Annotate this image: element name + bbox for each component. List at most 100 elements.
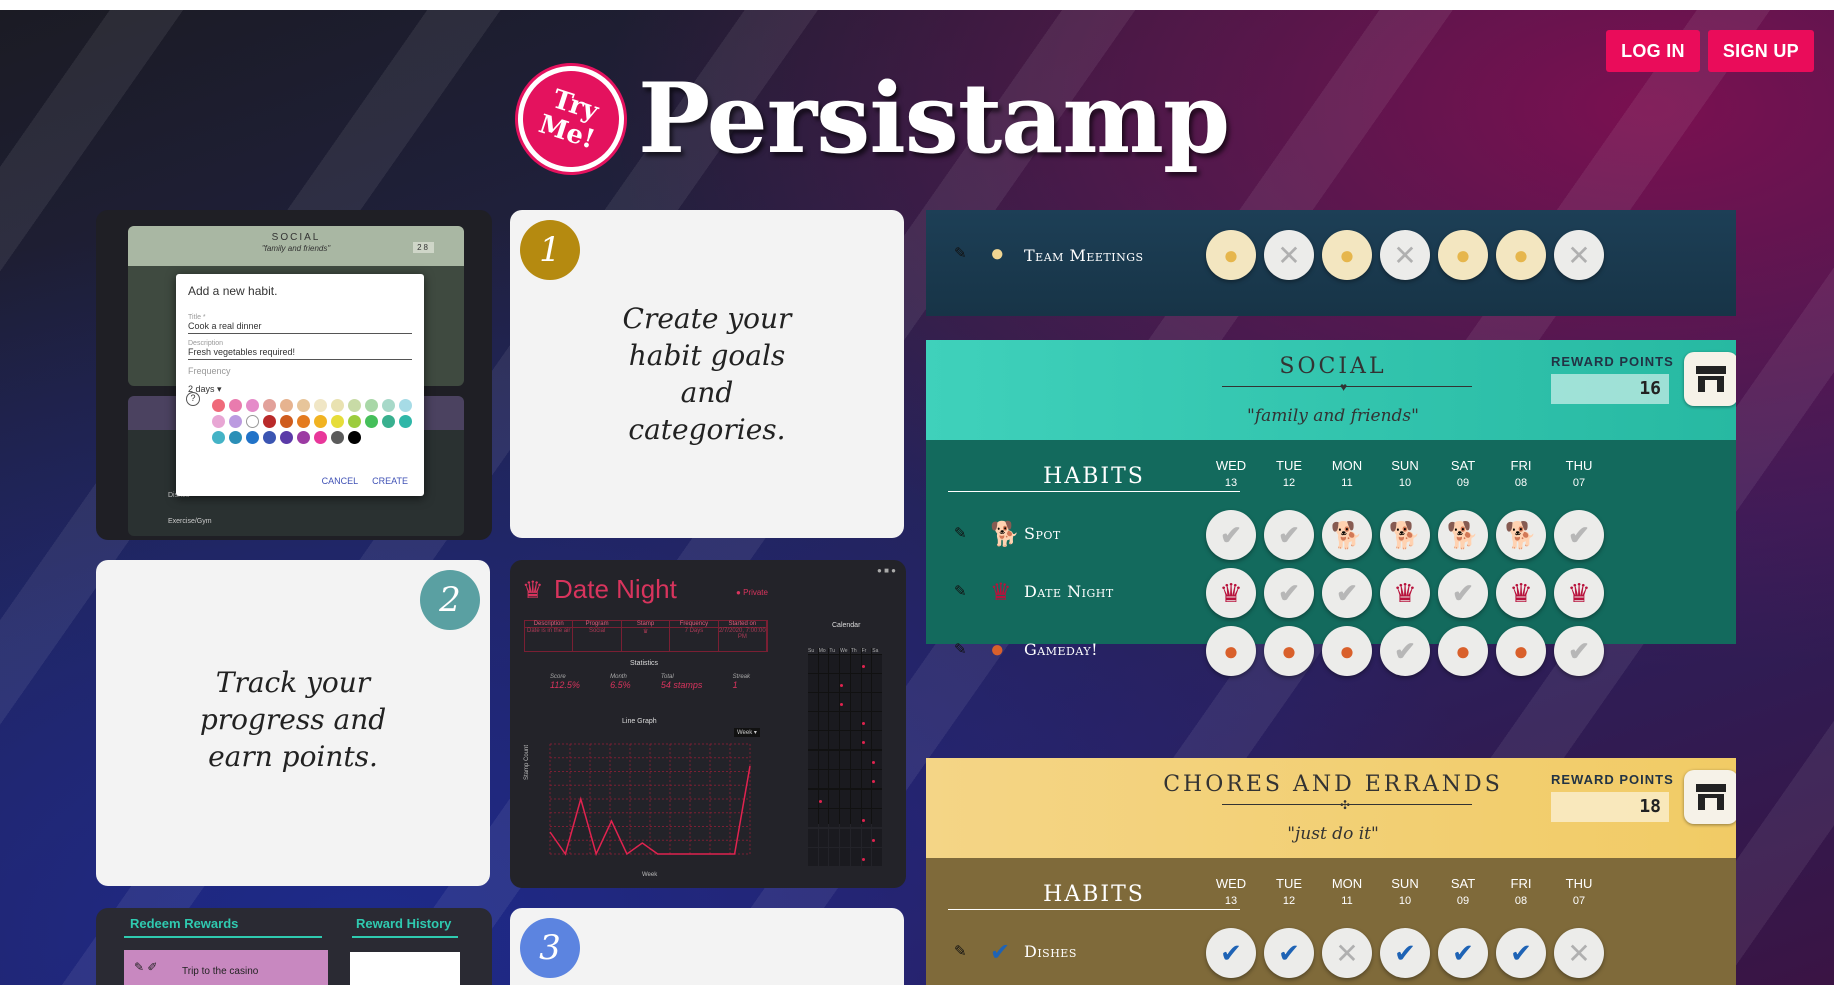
stamp-filled[interactable]: ♛ [1554, 568, 1604, 618]
habit-name[interactable]: Date Night [1024, 582, 1114, 601]
frequency-select[interactable]: 2 days ▾ [188, 384, 412, 395]
dialog-cancel-button[interactable]: CANCEL [322, 476, 359, 486]
color-swatch[interactable] [263, 431, 276, 444]
login-button[interactable]: LOG IN [1606, 30, 1700, 72]
try-me-badge[interactable]: Try Me! [504, 51, 638, 186]
stamp-filled[interactable]: ✔ [1206, 928, 1256, 978]
dialog-create-button[interactable]: CREATE [372, 476, 408, 486]
stamp-empty-check[interactable]: ✔ [1206, 510, 1256, 560]
stamp-empty-check[interactable]: ✔ [1264, 568, 1314, 618]
stamp-missed[interactable]: ✕ [1322, 928, 1372, 978]
habit-name[interactable]: Dishes [1024, 942, 1077, 961]
color-swatch[interactable] [399, 415, 412, 428]
stamp-filled[interactable]: ♛ [1496, 568, 1546, 618]
color-swatch[interactable] [246, 431, 259, 444]
stamp-filled[interactable]: ● [1322, 230, 1372, 280]
stamp-missed[interactable]: ✕ [1554, 928, 1604, 978]
color-swatch[interactable] [212, 431, 225, 444]
stamp-filled[interactable]: ● [1496, 626, 1546, 676]
day-number: 11 [1341, 477, 1353, 489]
habit-name-team-meetings[interactable]: Team Meetings [1024, 246, 1144, 265]
stamp-filled[interactable]: 🐕 [1322, 510, 1372, 560]
stamp-empty-check[interactable]: ✔ [1380, 626, 1430, 676]
stamp-filled[interactable]: ● [1438, 230, 1488, 280]
redeem-rewards-tab[interactable]: Redeem Rewards [130, 916, 238, 931]
stamp-filled[interactable]: ✔ [1380, 928, 1430, 978]
stamp-filled[interactable]: 🐕 [1496, 510, 1546, 560]
stamp-filled[interactable]: ● [1496, 230, 1546, 280]
edit-pencil-icon[interactable]: ✎ [954, 524, 967, 542]
stamp-filled[interactable]: ✔ [1264, 928, 1314, 978]
signup-button[interactable]: SIGN UP [1707, 30, 1814, 72]
stamp-empty-check[interactable]: ✔ [1438, 568, 1488, 618]
color-swatch[interactable] [297, 415, 310, 428]
color-swatch[interactable] [246, 399, 259, 412]
stamp-empty-check[interactable]: ✔ [1554, 626, 1604, 676]
color-swatch[interactable] [382, 415, 395, 428]
store-icon[interactable] [1684, 352, 1736, 406]
color-swatch[interactable] [348, 431, 361, 444]
description-field[interactable]: Fresh vegetables required! [188, 347, 412, 360]
color-swatch[interactable] [382, 399, 395, 412]
habit-name[interactable]: Spot [1024, 524, 1061, 543]
calendar-cell [829, 751, 840, 769]
day-name: TUE [1276, 458, 1302, 473]
calendar-stamp-dot [861, 722, 865, 725]
color-swatch[interactable] [229, 415, 242, 428]
stamp-filled[interactable]: ♛ [1380, 568, 1430, 618]
stamp-missed[interactable]: ✕ [1264, 230, 1314, 280]
edit-pencil-icon[interactable]: ✎ [954, 640, 967, 658]
color-swatch[interactable] [280, 415, 293, 428]
store-icon[interactable] [1684, 770, 1736, 824]
color-swatch[interactable] [348, 415, 361, 428]
stamp-missed[interactable]: ✕ [1380, 230, 1430, 280]
color-swatch[interactable] [297, 399, 310, 412]
color-swatch[interactable] [263, 399, 276, 412]
color-swatch[interactable] [314, 431, 327, 444]
color-swatch[interactable] [280, 399, 293, 412]
stamp-filled[interactable]: 🐕 [1438, 510, 1488, 560]
color-swatch[interactable] [297, 431, 310, 444]
color-swatch[interactable] [399, 399, 412, 412]
color-swatch[interactable] [280, 431, 293, 444]
color-swatch[interactable] [229, 431, 242, 444]
stamp-filled[interactable]: ♛ [1206, 568, 1256, 618]
stamp-empty-check[interactable]: ✔ [1264, 510, 1314, 560]
edit-pencil-icon[interactable]: ✎ [954, 582, 967, 600]
edit-pencil-icon[interactable]: ✎ [954, 942, 967, 960]
stamp-filled[interactable]: ✔ [1496, 928, 1546, 978]
color-swatch[interactable] [229, 399, 242, 412]
color-swatch[interactable] [212, 399, 225, 412]
stamp-filled[interactable]: 🐕 [1380, 510, 1430, 560]
habit-name[interactable]: Gameday! [1024, 640, 1098, 659]
color-swatch[interactable] [365, 415, 378, 428]
color-swatch[interactable] [331, 431, 344, 444]
color-swatch[interactable] [263, 415, 276, 428]
color-swatch[interactable] [212, 415, 225, 428]
stamp-filled[interactable]: ● [1206, 626, 1256, 676]
stamp-filled[interactable]: ● [1206, 230, 1256, 280]
stamp-empty-check[interactable]: ✔ [1554, 510, 1604, 560]
color-swatch[interactable] [314, 399, 327, 412]
habit-board: ✎ ● Team Meetings ● ✕ ● ✕ ● ● ✕ SOCIAL ♥ "fami… [926, 210, 1736, 985]
color-swatch[interactable] [246, 415, 259, 428]
reward-history-tab[interactable]: Reward History [356, 916, 451, 931]
calendar-cell [850, 829, 861, 847]
color-swatch[interactable] [331, 415, 344, 428]
color-swatch[interactable] [348, 399, 361, 412]
title-field[interactable]: Cook a real dinner [188, 321, 412, 334]
day-name: THU [1565, 458, 1593, 473]
help-icon[interactable]: ? [186, 392, 200, 406]
edit-pencil-icon[interactable]: ✎ [954, 244, 967, 262]
stamp-filled[interactable]: ✔ [1438, 928, 1488, 978]
color-swatch[interactable] [331, 399, 344, 412]
stamp-missed[interactable]: ✕ [1554, 230, 1604, 280]
private-toggle[interactable]: ● Private [736, 588, 768, 597]
color-swatch[interactable] [365, 399, 378, 412]
stamp-filled[interactable]: ● [1264, 626, 1314, 676]
stamp-filled[interactable]: ● [1438, 626, 1488, 676]
stamp-filled[interactable]: ● [1322, 626, 1372, 676]
stamp-empty-check[interactable]: ✔ [1322, 568, 1372, 618]
reward-edit-icons[interactable]: ✎ ✐ [134, 960, 157, 974]
color-swatch[interactable] [314, 415, 327, 428]
